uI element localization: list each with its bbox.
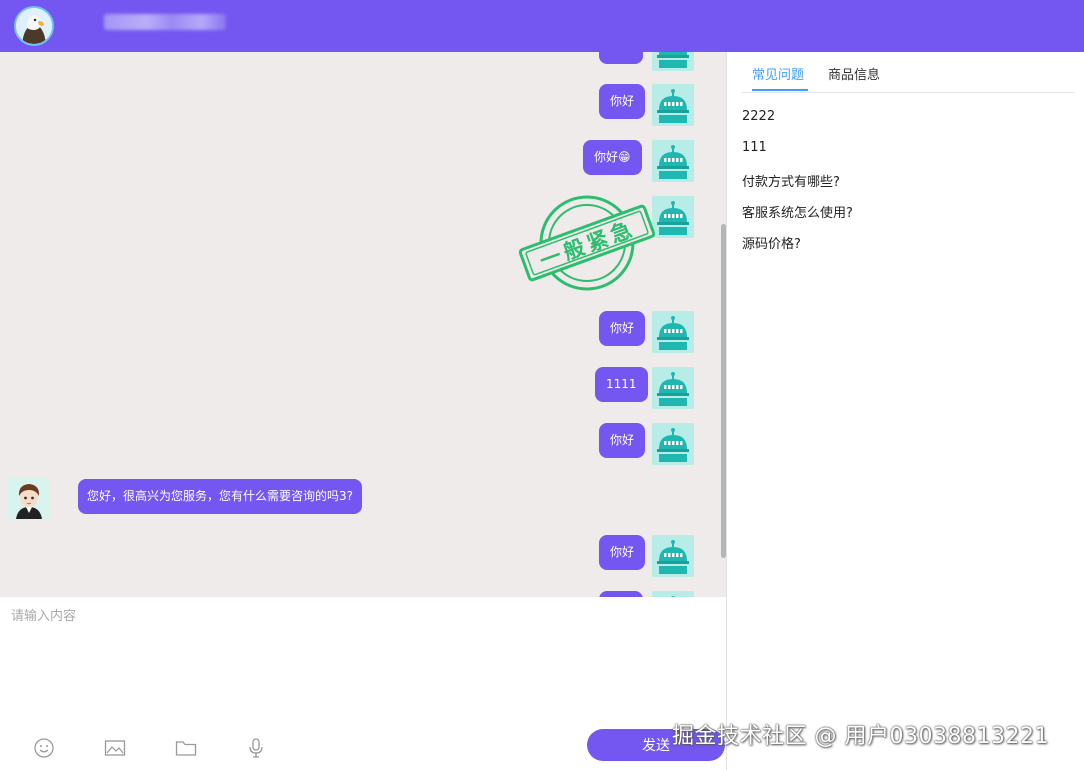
- tab-product-info[interactable]: 商品信息: [828, 64, 880, 83]
- agent-avatar[interactable]: [14, 6, 54, 46]
- shop-title-blurred: [104, 14, 226, 30]
- message-bubble: 你好😁: [583, 140, 642, 175]
- robot-avatar-icon: [652, 140, 694, 182]
- urgency-stamp-icon[interactable]: 一般紧急: [517, 195, 657, 301]
- message-bubble: 1111: [595, 367, 648, 402]
- folder-icon[interactable]: [175, 737, 197, 759]
- sidebar-tabs: 常见问题 商品信息: [742, 52, 1075, 93]
- microphone-icon[interactable]: [245, 737, 267, 759]
- robot-avatar-icon: [652, 196, 694, 238]
- message-composer: 发送: [0, 597, 726, 770]
- emoji-icon[interactable]: [33, 737, 55, 759]
- robot-avatar-icon: [652, 84, 694, 126]
- message-input[interactable]: [0, 597, 726, 707]
- eagle-avatar-icon: [16, 8, 52, 44]
- faq-item[interactable]: 源码价格?: [742, 233, 801, 252]
- faq-item[interactable]: 客服系统怎么使用?: [742, 202, 853, 221]
- faq-item[interactable]: 2222: [742, 109, 775, 124]
- message-bubble: 你好: [599, 311, 646, 346]
- robot-avatar-icon: [652, 311, 694, 353]
- message-bubble: 你好: [599, 84, 646, 119]
- site-watermark: 掘金技术社区 @ 用户03038813221: [672, 724, 1049, 749]
- chat-message-area[interactable]: 你好 你好😁 一般紧急 你好 1111 你好 您好，很高兴为您服务，您有什么需要…: [0, 52, 726, 597]
- app-header: [0, 0, 1084, 52]
- faq-item[interactable]: 111: [742, 140, 767, 155]
- robot-avatar-icon: [652, 52, 694, 71]
- message-bubble: 你好: [599, 535, 646, 570]
- image-icon[interactable]: [104, 737, 126, 759]
- robot-avatar-icon: [652, 535, 694, 577]
- info-sidebar: 常见问题 商品信息 2222 111 付款方式有哪些? 客服系统怎么使用? 源码…: [727, 52, 1084, 770]
- faq-item[interactable]: 付款方式有哪些?: [742, 171, 840, 190]
- active-tab-indicator: [752, 89, 808, 91]
- message-bubble-partial: [599, 52, 643, 64]
- message-bubble: 你好: [599, 423, 646, 458]
- message-bubble-received: 您好，很高兴为您服务，您有什么需要咨询的吗3?: [78, 479, 363, 514]
- tab-faq[interactable]: 常见问题: [752, 64, 804, 83]
- robot-avatar-icon: [652, 423, 694, 465]
- robot-avatar-icon: [652, 367, 694, 409]
- customer-avatar-icon: [8, 477, 50, 519]
